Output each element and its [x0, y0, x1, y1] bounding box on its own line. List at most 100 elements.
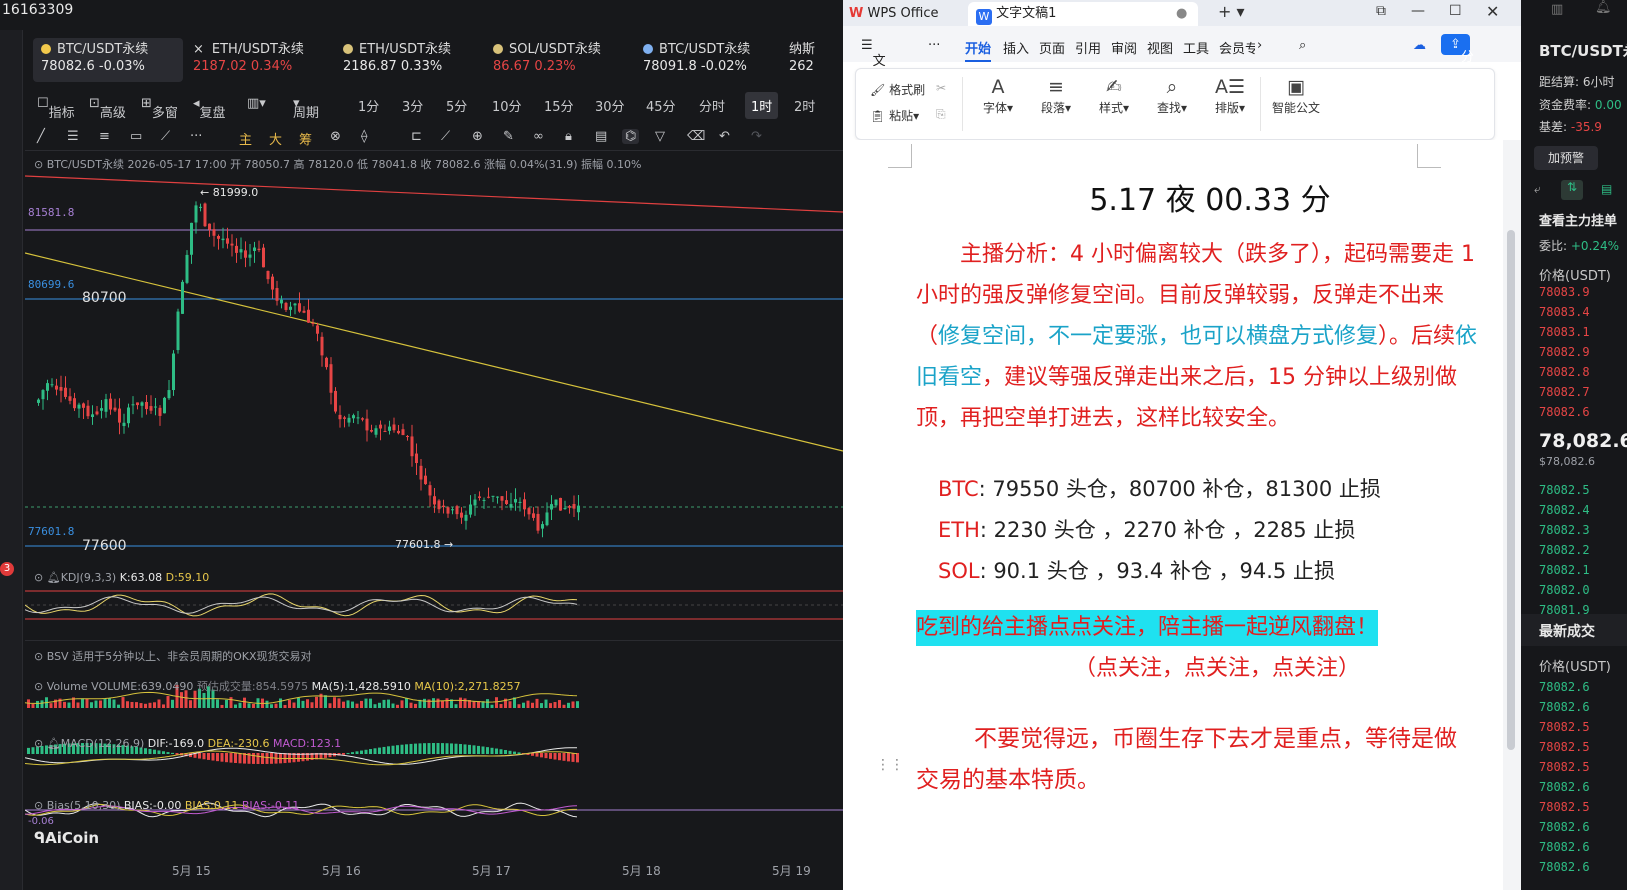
- scrollbar[interactable]: [1503, 140, 1521, 890]
- ask-row[interactable]: 78082.6: [1539, 405, 1590, 419]
- filter-icon[interactable]: ▽: [655, 129, 665, 144]
- period-1m[interactable]: 1分: [358, 96, 379, 115]
- menu-review[interactable]: 审阅: [1111, 38, 1137, 57]
- search-icon[interactable]: ⌕: [1299, 38, 1306, 53]
- menu-view[interactable]: 视图: [1147, 38, 1173, 57]
- ruler-icon[interactable]: ⟋: [441, 129, 450, 144]
- bid-row[interactable]: 78082.0: [1539, 583, 1590, 597]
- share-button[interactable]: ⇪ 分享: [1441, 34, 1474, 84]
- period-2h[interactable]: 2时: [794, 96, 815, 115]
- indicator-button[interactable]: ☐ 指标: [37, 96, 75, 121]
- ask-row[interactable]: 78082.7: [1539, 385, 1590, 399]
- brush-tool-icon[interactable]: ⟋: [161, 129, 170, 144]
- alert-button[interactable]: 加预警: [1534, 146, 1598, 170]
- ask-row[interactable]: 78082.8: [1539, 365, 1590, 379]
- bell-icon[interactable]: 🔔︎: [1595, 0, 1612, 15]
- menu-file[interactable]: ☰ 文件: [861, 38, 886, 88]
- restore-icon[interactable]: ⧉: [1376, 3, 1386, 19]
- pen-icon[interactable]: ✎: [503, 129, 514, 144]
- trade-row[interactable]: 78082.5: [1539, 740, 1590, 754]
- large-order-button[interactable]: 大: [269, 129, 282, 148]
- trade-row[interactable]: 78082.6: [1539, 780, 1590, 794]
- trade-row[interactable]: 78082.6: [1539, 700, 1590, 714]
- trade-row[interactable]: 78082.5: [1539, 800, 1590, 814]
- trade-row[interactable]: 78082.6: [1539, 820, 1590, 834]
- copy-icon[interactable]: ⎘: [936, 107, 946, 122]
- period-dropdown[interactable]: 周期 ▾: [293, 96, 319, 121]
- trade-row[interactable]: 78082.6: [1539, 680, 1590, 694]
- doc-tab[interactable]: W 文字文稿1 ●: [968, 2, 1198, 26]
- bid-row[interactable]: 78082.4: [1539, 503, 1590, 517]
- drag-handle-icon[interactable]: ⋮⋮: [876, 757, 904, 773]
- ticker-tab-btc[interactable]: BTC/USDT永续 78082.6 -0.03%: [33, 38, 183, 82]
- trade-row[interactable]: 78082.5: [1539, 760, 1590, 774]
- grid-icon[interactable]: ▥▾: [247, 96, 266, 111]
- ask-row[interactable]: 78083.4: [1539, 305, 1590, 319]
- period-10m[interactable]: 10分: [492, 96, 522, 115]
- menu-scroll-right-icon[interactable]: ›: [1257, 38, 1262, 53]
- trade-row[interactable]: 78082.6: [1539, 860, 1590, 874]
- multi-window-button[interactable]: ⊞ 多窗: [141, 96, 178, 121]
- link-icon[interactable]: ∞: [533, 129, 544, 144]
- parallel-tool-icon[interactable]: ≡: [99, 129, 110, 144]
- bid-row[interactable]: 78082.3: [1539, 523, 1590, 537]
- book-both-icon[interactable]: ⇅: [1561, 180, 1583, 200]
- ask-row[interactable]: 78083.9: [1539, 285, 1590, 299]
- undo-icon[interactable]: ↶: [719, 129, 730, 144]
- menu-reference[interactable]: 引用: [1075, 38, 1101, 57]
- ticker-tab-nas[interactable]: 纳斯 262: [785, 38, 843, 82]
- ticker-tab-btc-2[interactable]: BTC/USDT永续 78091.8 -0.02%: [635, 38, 785, 82]
- bid-row[interactable]: 78082.2: [1539, 543, 1590, 557]
- chips-button[interactable]: 筹: [299, 129, 312, 148]
- zoom-icon[interactable]: ⊕: [472, 129, 483, 144]
- bid-row[interactable]: 78082.1: [1539, 563, 1590, 577]
- magnet-icon[interactable]: ⌬: [622, 129, 640, 144]
- ask-row[interactable]: 78082.9: [1539, 345, 1590, 359]
- latest-trades-title[interactable]: 最新成交: [1539, 621, 1595, 641]
- signal-icon[interactable]: ⟠: [361, 129, 367, 144]
- main-force-button[interactable]: 主: [239, 129, 252, 148]
- line-tool-icon[interactable]: ╱: [37, 129, 45, 144]
- period-5m[interactable]: 5分: [446, 96, 467, 115]
- minimize-icon[interactable]: —: [1411, 3, 1425, 19]
- layout-button[interactable]: A☰ 排版▾: [1210, 75, 1250, 116]
- menu-page[interactable]: 页面: [1039, 38, 1065, 57]
- menu-more[interactable]: ···: [928, 38, 940, 53]
- menu-home[interactable]: 开始: [965, 38, 992, 62]
- scissors-icon[interactable]: ✂: [936, 81, 946, 95]
- replay-button[interactable]: ◂ 复盘: [193, 96, 226, 121]
- ticker-tab-sol[interactable]: SOL/USDT永续 86.67 0.23%: [485, 38, 635, 82]
- candlestick-chart[interactable]: [25, 168, 843, 858]
- period-45m[interactable]: 45分: [646, 96, 676, 115]
- period-1h[interactable]: 1时: [745, 92, 779, 119]
- paste-button[interactable]: 📋︎ 粘贴▾: [870, 107, 919, 124]
- wps-app-tab[interactable]: W WPS Office: [849, 3, 959, 25]
- trade-row[interactable]: 78082.5: [1539, 720, 1590, 734]
- close-icon[interactable]: ✕: [1486, 2, 1499, 21]
- more-tools-icon[interactable]: ···: [190, 129, 202, 144]
- notification-badge[interactable]: 3: [0, 562, 14, 576]
- bid-row[interactable]: 78082.5: [1539, 483, 1590, 497]
- lock-icon[interactable]: 🔒︎: [565, 129, 572, 144]
- font-button[interactable]: A 字体▾: [978, 75, 1018, 116]
- template-icon[interactable]: ▤: [595, 129, 607, 144]
- period-3m[interactable]: 3分: [402, 96, 423, 115]
- hline-tool-icon[interactable]: ☰: [67, 129, 79, 144]
- unsaved-dot-icon[interactable]: ●: [1176, 2, 1187, 26]
- ticker-tab-eth-2[interactable]: ETH/USDT永续 2186.87 0.33%: [335, 38, 485, 82]
- ticker-tab-eth-1[interactable]: × ETH/USDT永续 2187.02 0.34%: [185, 38, 335, 82]
- redo-icon[interactable]: ↷: [751, 129, 762, 144]
- compare-icon[interactable]: ⊗: [330, 129, 341, 144]
- close-icon[interactable]: ×: [193, 42, 204, 57]
- scrollbar-thumb[interactable]: [1507, 230, 1515, 750]
- ask-row[interactable]: 78083.1: [1539, 325, 1590, 339]
- crop-icon[interactable]: ⊏: [411, 129, 422, 144]
- document-page[interactable]: 5.17 夜 00.33 分 主播分析：4 小时偏离较大（跌多了），起码需要走 …: [843, 140, 1503, 890]
- new-tab-icon[interactable]: + ▾: [1218, 2, 1245, 21]
- period-15m[interactable]: 15分: [544, 96, 574, 115]
- paragraph-button[interactable]: ≡ 段落▾: [1036, 75, 1076, 116]
- menu-insert[interactable]: 插入: [1003, 38, 1029, 57]
- style-button[interactable]: ✍ 样式▾: [1094, 75, 1134, 116]
- main-force-tab[interactable]: 查看主力挂单: [1539, 210, 1617, 229]
- ai-doc-button[interactable]: ▣ 智能公文: [1268, 75, 1324, 116]
